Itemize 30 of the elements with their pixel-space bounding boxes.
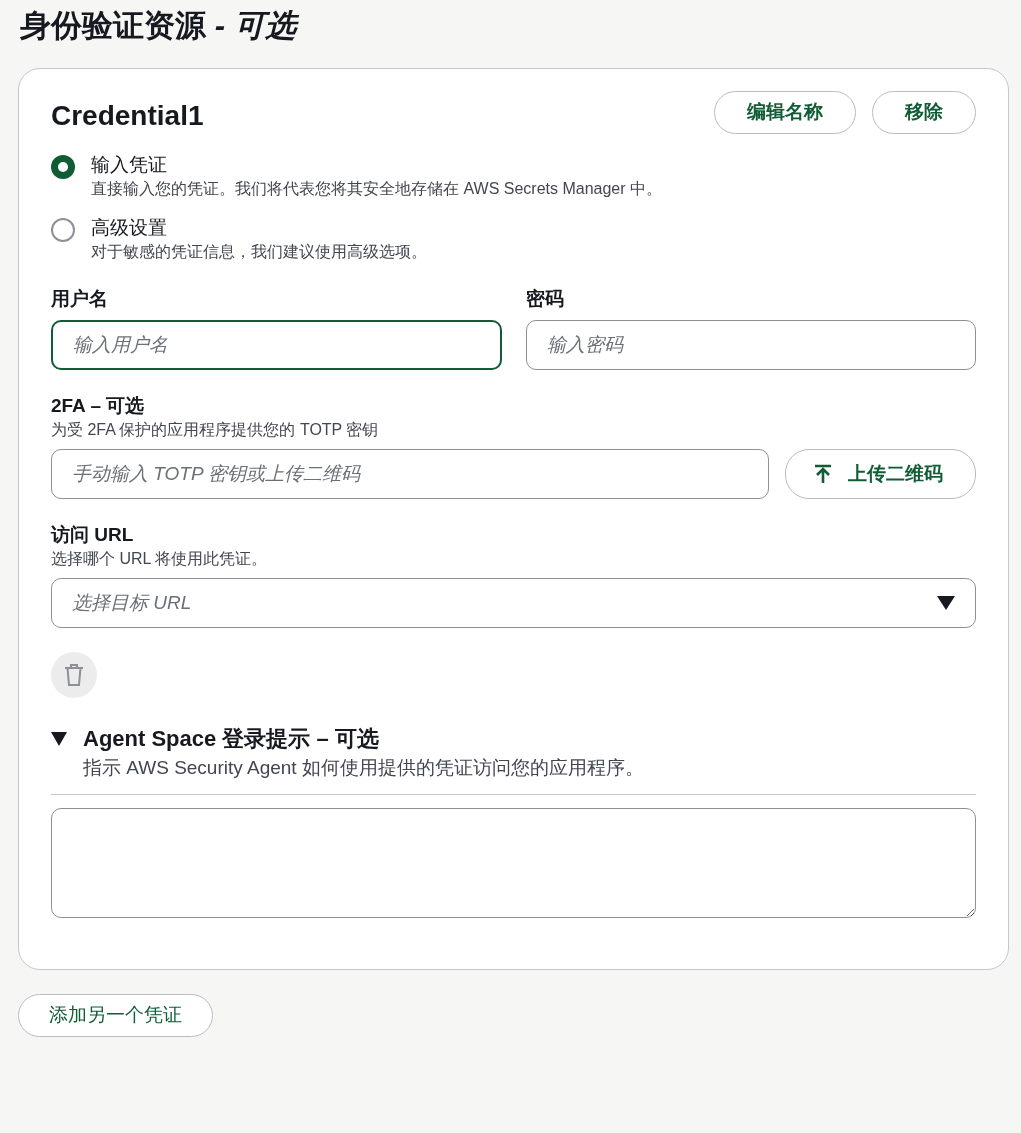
username-field[interactable]: 输入用户名 xyxy=(51,320,502,371)
remove-button[interactable]: 移除 xyxy=(872,91,976,134)
hint-textarea[interactable] xyxy=(51,807,976,918)
field-label: 访问 URL xyxy=(51,523,135,548)
option-label: 高级设置 xyxy=(91,216,168,241)
hint-toggle[interactable]: Agent Space 登录提示 – 可选 xyxy=(51,722,976,756)
option-label: 输入凭证 xyxy=(91,153,168,178)
password-field[interactable]: 输入密码 xyxy=(525,320,976,371)
radio-button[interactable] xyxy=(51,155,75,180)
radio-button[interactable] xyxy=(51,218,75,243)
upload-icon xyxy=(814,464,832,485)
upload-qr-button[interactable]: 上传二维码 xyxy=(785,449,976,500)
delete-button[interactable] xyxy=(51,652,97,699)
option-description: 直接输入您的凭证。我们将代表您将其安全地存储在 AWS Secrets Manager 中。 xyxy=(91,179,663,199)
field-label: 2FA – 可选 xyxy=(51,394,146,419)
url-select[interactable]: 选择目标 URL xyxy=(51,578,976,629)
totp-key-field[interactable]: 手动输入 TOTP 密钥或上传二维码 xyxy=(51,449,769,500)
credential-name: Credential1 xyxy=(51,99,204,134)
field-description: 为受 2FA 保护的应用程序提供您的 TOTP 密钥 xyxy=(51,419,380,440)
field-description: 选择哪个 URL 将使用此凭证。 xyxy=(51,548,269,569)
edit-name-button[interactable]: 编辑名称 xyxy=(714,91,856,134)
caret-icon xyxy=(937,596,955,611)
field-label: 密码 xyxy=(525,287,565,312)
hint-description: 指示 AWS Security Agent 如何使用提供的凭证访问您的应用程序。 xyxy=(83,756,645,781)
section-title: 身份验证资源 - 可选 xyxy=(20,6,1009,47)
field-label: 用户名 xyxy=(51,287,109,312)
caret-icon xyxy=(51,731,67,746)
option-description: 对于敏感的凭证信息，我们建议使用高级选项。 xyxy=(91,242,427,263)
trash-icon xyxy=(64,664,84,687)
add-credential-button[interactable]: 添加另一个凭证 xyxy=(18,994,213,1038)
